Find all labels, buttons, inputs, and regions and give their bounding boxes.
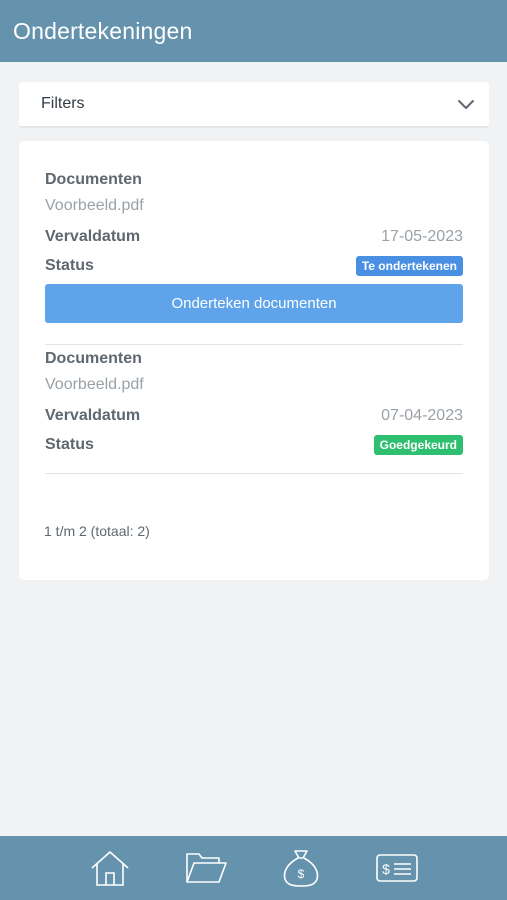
top-app-bar: Ondertekeningen: [0, 0, 507, 62]
folder-open-icon: [185, 853, 227, 883]
nav-home[interactable]: [86, 844, 134, 892]
due-date-label: Vervaldatum: [45, 407, 141, 424]
filters-accordion[interactable]: Filters: [19, 82, 489, 128]
documents-label: Documenten: [45, 350, 142, 367]
page-title: Ondertekeningen: [13, 17, 193, 44]
filters-label: Filters: [41, 95, 85, 112]
documents-label: Documenten: [45, 171, 142, 188]
document-item: Documenten Voorbeeld.pdf Vervaldatum 17-…: [45, 171, 463, 345]
due-date-value: 07-04-2023: [381, 407, 463, 424]
document-file-link[interactable]: Voorbeeld.pdf: [45, 197, 463, 215]
nav-finance[interactable]: $: [277, 844, 325, 892]
status-badge: Goedgekeurd: [373, 435, 463, 455]
home-icon: [91, 851, 129, 886]
status-badge: Te ondertekenen: [355, 256, 463, 276]
documents-card: Documenten Voorbeeld.pdf Vervaldatum 17-…: [19, 141, 489, 580]
money-bag-icon: $: [284, 850, 319, 887]
nav-documents[interactable]: [182, 844, 230, 892]
pagination-summary: 1 t/m 2 (totaal: 2): [44, 523, 150, 539]
status-label: Status: [45, 257, 94, 274]
nav-invoices[interactable]: $: [373, 844, 421, 892]
svg-text:$: $: [382, 861, 390, 877]
due-date-label: Vervaldatum: [45, 228, 141, 245]
status-label: Status: [45, 436, 94, 453]
document-file-link[interactable]: Voorbeeld.pdf: [45, 376, 463, 394]
document-item: Documenten Voorbeeld.pdf Vervaldatum 07-…: [45, 350, 463, 474]
svg-text:$: $: [298, 867, 305, 881]
chevron-down-icon: [458, 100, 474, 109]
bottom-nav-bar: $ $: [0, 836, 507, 900]
divider: [45, 473, 463, 474]
due-date-value: 17-05-2023: [381, 228, 463, 245]
sign-documents-button[interactable]: Onderteken documenten: [45, 284, 463, 323]
divider: [45, 344, 463, 345]
bill-icon: $: [376, 854, 418, 882]
